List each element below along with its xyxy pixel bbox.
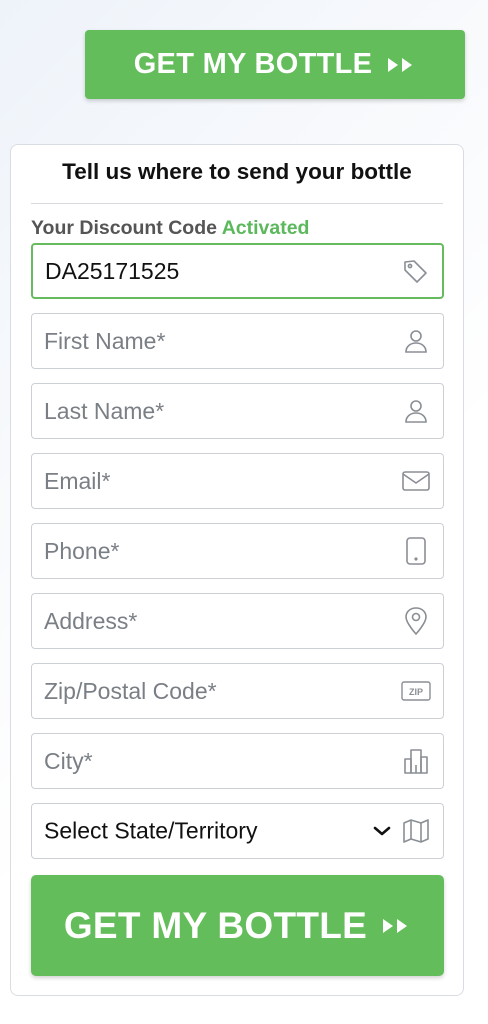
city-field[interactable] bbox=[31, 733, 444, 789]
buildings-icon bbox=[401, 746, 431, 776]
email-field[interactable] bbox=[31, 453, 444, 509]
map-icon bbox=[401, 816, 431, 846]
zip-icon: ZIP bbox=[401, 676, 431, 706]
discount-code-field[interactable] bbox=[31, 243, 444, 299]
address-input[interactable] bbox=[32, 594, 443, 648]
tag-icon bbox=[400, 256, 430, 286]
chevron-down-icon bbox=[371, 820, 393, 842]
last-name-input[interactable] bbox=[32, 384, 443, 438]
state-select[interactable]: Select State/Territory bbox=[31, 803, 444, 859]
discount-code-input[interactable] bbox=[33, 245, 442, 297]
top-get-bottle-button[interactable]: GET MY BOTTLE bbox=[85, 30, 465, 99]
email-input[interactable] bbox=[32, 454, 443, 508]
phone-field[interactable] bbox=[31, 523, 444, 579]
zip-input[interactable] bbox=[32, 664, 443, 718]
last-name-field[interactable] bbox=[31, 383, 444, 439]
first-name-input[interactable] bbox=[32, 314, 443, 368]
envelope-icon bbox=[401, 466, 431, 496]
address-field[interactable] bbox=[31, 593, 444, 649]
zip-field[interactable]: ZIP bbox=[31, 663, 444, 719]
first-name-field[interactable] bbox=[31, 313, 444, 369]
location-pin-icon bbox=[401, 606, 431, 636]
state-select-value: Select State/Territory bbox=[44, 817, 258, 844]
title-divider bbox=[31, 203, 443, 204]
shipping-form-card: Tell us where to send your bottle Your D… bbox=[10, 144, 464, 996]
discount-status: Activated bbox=[221, 217, 310, 239]
form-title: Tell us where to send your bottle bbox=[62, 159, 412, 184]
discount-label-text: Your Discount Code bbox=[31, 217, 217, 239]
submit-get-bottle-button[interactable]: GET MY BOTTLE bbox=[31, 875, 444, 976]
discount-code-label: Your Discount Code Activated bbox=[31, 217, 309, 240]
submit-get-bottle-label: GET MY BOTTLE bbox=[63, 904, 368, 946]
user-icon bbox=[401, 326, 431, 356]
city-input[interactable] bbox=[32, 734, 443, 788]
double-chevron-right-icon bbox=[386, 56, 416, 74]
user-icon bbox=[401, 396, 431, 426]
mobile-phone-icon bbox=[401, 536, 431, 566]
top-get-bottle-label: GET MY BOTTLE bbox=[133, 48, 373, 80]
svg-text:ZIP: ZIP bbox=[409, 687, 423, 697]
double-chevron-right-icon bbox=[381, 916, 411, 936]
phone-input[interactable] bbox=[32, 524, 443, 578]
